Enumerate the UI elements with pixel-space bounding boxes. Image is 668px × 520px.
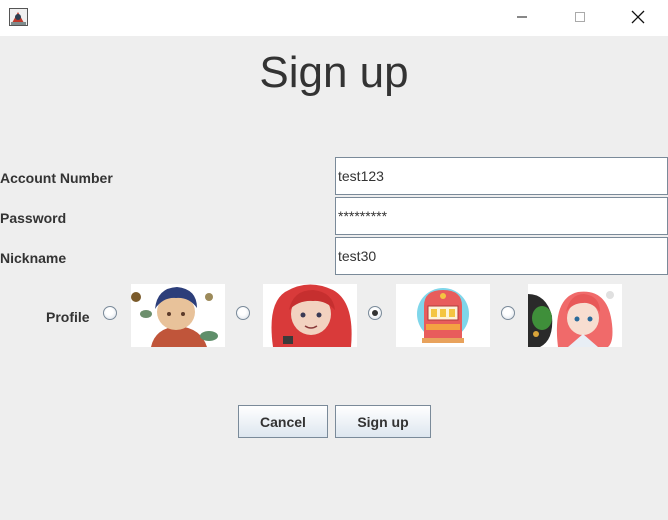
account-number-label: Account Number — [0, 170, 113, 186]
minimize-icon — [517, 16, 527, 18]
slot-machine-avatar-image[interactable] — [396, 284, 490, 347]
close-button[interactable] — [610, 0, 666, 34]
close-icon — [631, 10, 645, 24]
signup-button[interactable]: Sign up — [335, 405, 431, 438]
page-title: Sign up — [259, 48, 409, 97]
password-field[interactable] — [335, 197, 668, 235]
app-icon — [9, 8, 28, 26]
minimize-button[interactable] — [494, 0, 550, 34]
boy-avatar-image[interactable] — [131, 284, 225, 347]
profile-radio-2[interactable] — [236, 306, 250, 320]
nickname-label: Nickname — [0, 250, 67, 266]
maximize-icon — [575, 12, 585, 22]
password-label: Password — [0, 210, 67, 226]
radio-selected-dot — [372, 310, 378, 316]
profile-label: Profile — [46, 309, 90, 325]
title-bar — [0, 0, 668, 36]
maximize-button[interactable] — [552, 0, 608, 34]
pink-hair-girl-avatar-image[interactable] — [528, 284, 622, 347]
red-hair-girl-avatar-image[interactable] — [263, 284, 357, 347]
cancel-button[interactable]: Cancel — [238, 405, 328, 438]
profile-radio-4[interactable] — [501, 306, 515, 320]
nickname-field[interactable] — [335, 237, 668, 275]
profile-radio-3[interactable] — [368, 306, 382, 320]
profile-radio-1[interactable] — [103, 306, 117, 320]
account-number-field[interactable] — [335, 157, 668, 195]
